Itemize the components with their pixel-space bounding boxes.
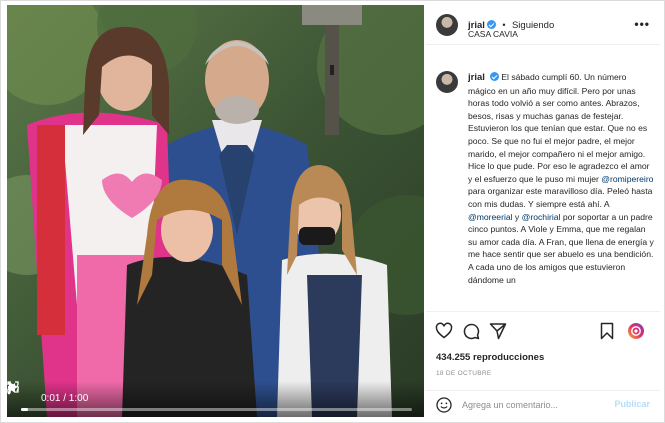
collab-badge-icon[interactable] <box>627 322 645 340</box>
caption-verified-icon <box>489 72 499 81</box>
post-header: jrial • Siguiendo CASA CAVIA ••• <box>426 5 660 45</box>
caption-avatar[interactable] <box>436 71 458 93</box>
mention-link[interactable]: @romipereiro <box>601 174 653 184</box>
caption-text-2: para organizar este maravilloso día. Pel… <box>468 186 653 209</box>
verified-icon <box>486 20 496 29</box>
instagram-post-window: 0:01 / 1:00 jrial • Siguiendo CASA CAVIA… <box>0 0 665 423</box>
comment-icon[interactable] <box>462 322 480 340</box>
view-count[interactable]: 434.255 reproducciones <box>436 352 544 363</box>
comment-row: Publicar <box>426 390 660 418</box>
post-video[interactable]: 0:01 / 1:00 <box>7 5 424 417</box>
caption-text-3: y <box>512 211 522 222</box>
mention-link[interactable]: @moreerial <box>468 212 513 222</box>
avatar[interactable] <box>436 14 458 36</box>
video-more-icon[interactable] <box>7 381 11 395</box>
follow-status[interactable]: Siguiendo <box>512 20 554 31</box>
bookmark-icon[interactable] <box>598 322 616 340</box>
caption-username[interactable]: jrial <box>468 72 485 83</box>
post-caption: jrial El sábado cumplí 60. Un número mág… <box>468 71 654 286</box>
location-label[interactable]: CASA CAVIA <box>468 29 518 39</box>
video-progress-fill <box>21 408 28 411</box>
caption-text-1: El sábado cumplí 60. Un número mágico en… <box>468 72 650 184</box>
post-actions: 434.255 reproducciones 18 DE OCTUBRE Pub… <box>426 311 660 417</box>
video-progress-bar[interactable] <box>21 408 412 411</box>
video-time: 0:01 / 1:00 <box>41 393 89 404</box>
emoji-icon[interactable] <box>436 397 452 413</box>
caption-area: jrial El sábado cumplí 60. Un número mág… <box>426 61 660 311</box>
post-date: 18 DE OCTUBRE <box>436 370 492 377</box>
video-frame-image <box>7 5 424 417</box>
share-icon[interactable] <box>489 322 507 340</box>
post-side-panel: jrial • Siguiendo CASA CAVIA ••• jrial E… <box>426 5 660 417</box>
mention-link[interactable]: @rochirial <box>522 212 561 222</box>
publish-button[interactable]: Publicar <box>614 399 650 409</box>
caption-text-4: por soportar a un padre cinco puntos. A … <box>468 211 654 285</box>
comment-input[interactable] <box>462 397 602 413</box>
video-controls: 0:01 / 1:00 <box>7 381 424 417</box>
more-icon[interactable]: ••• <box>634 17 650 31</box>
heart-icon[interactable] <box>435 322 453 340</box>
